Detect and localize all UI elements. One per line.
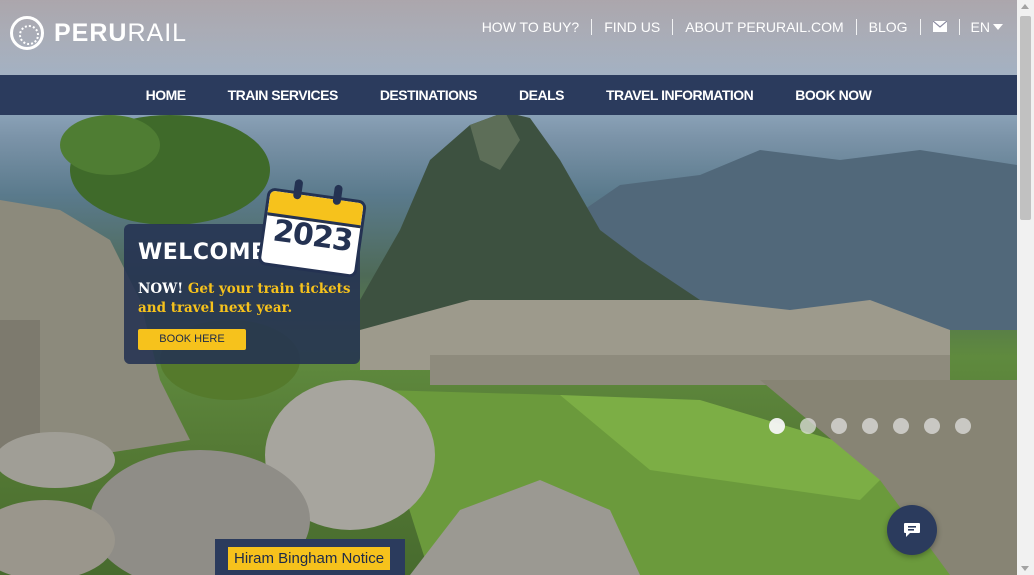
welcome-title: WELCOME: [138, 240, 267, 265]
top-header: PERURAIL HOW TO BUY? FIND US ABOUT PERUR…: [0, 0, 1017, 75]
slider-dot-3[interactable]: [831, 418, 847, 434]
nav-train-services[interactable]: TRAIN SERVICES: [228, 87, 339, 103]
promo-text: NOW! Get your train tickets and travel n…: [138, 280, 353, 318]
mail-icon: [932, 20, 947, 32]
nav-destinations[interactable]: DESTINATIONS: [380, 87, 478, 103]
hiram-bingham-notice[interactable]: Hiram Bingham Notice: [215, 539, 405, 575]
perurail-emblem-icon: [10, 16, 44, 50]
slider-dot-6[interactable]: [924, 418, 940, 434]
calendar-body: 2023: [257, 187, 368, 279]
chevron-down-icon: [993, 24, 1003, 30]
nav-book-now[interactable]: BOOK NOW: [795, 87, 872, 103]
scrollbar-thumb[interactable]: [1020, 16, 1031, 220]
scroll-down-icon[interactable]: [1021, 566, 1029, 571]
nav-deals[interactable]: DEALS: [519, 87, 564, 103]
slider-dot-4[interactable]: [862, 418, 878, 434]
slider-dot-5[interactable]: [893, 418, 909, 434]
slider-dot-1[interactable]: [769, 418, 785, 434]
main-nav: HOME TRAIN SERVICES DESTINATIONS DEALS T…: [0, 75, 1017, 115]
calendar-icon: 2023: [257, 173, 373, 281]
slider-dot-2[interactable]: [800, 418, 816, 434]
slider-dots: [769, 418, 971, 434]
link-how-to-buy[interactable]: HOW TO BUY?: [470, 19, 593, 35]
nav-travel-information[interactable]: TRAVEL INFORMATION: [606, 87, 754, 103]
book-here-button[interactable]: BOOK HERE: [138, 329, 246, 350]
link-blog[interactable]: BLOG: [857, 19, 921, 35]
chat-icon: [904, 523, 920, 537]
perurail-logo[interactable]: PERURAIL: [10, 16, 187, 50]
language-selector[interactable]: EN: [960, 19, 1003, 35]
page-scrollbar[interactable]: [1017, 0, 1034, 575]
notice-label: Hiram Bingham Notice: [228, 547, 391, 570]
nav-home[interactable]: HOME: [146, 87, 187, 103]
logo-text: PERURAIL: [54, 18, 188, 47]
chat-button[interactable]: [887, 505, 937, 555]
link-about-perurail[interactable]: ABOUT PERURAIL.COM: [673, 19, 857, 35]
scroll-up-icon[interactable]: [1021, 4, 1029, 9]
promo-lead: NOW!: [138, 281, 184, 297]
utility-links: HOW TO BUY? FIND US ABOUT PERURAIL.COM B…: [470, 19, 1003, 35]
slider-dot-7[interactable]: [955, 418, 971, 434]
link-find-us[interactable]: FIND US: [592, 19, 674, 35]
contact-button[interactable]: [921, 19, 960, 35]
language-label: EN: [970, 19, 990, 35]
